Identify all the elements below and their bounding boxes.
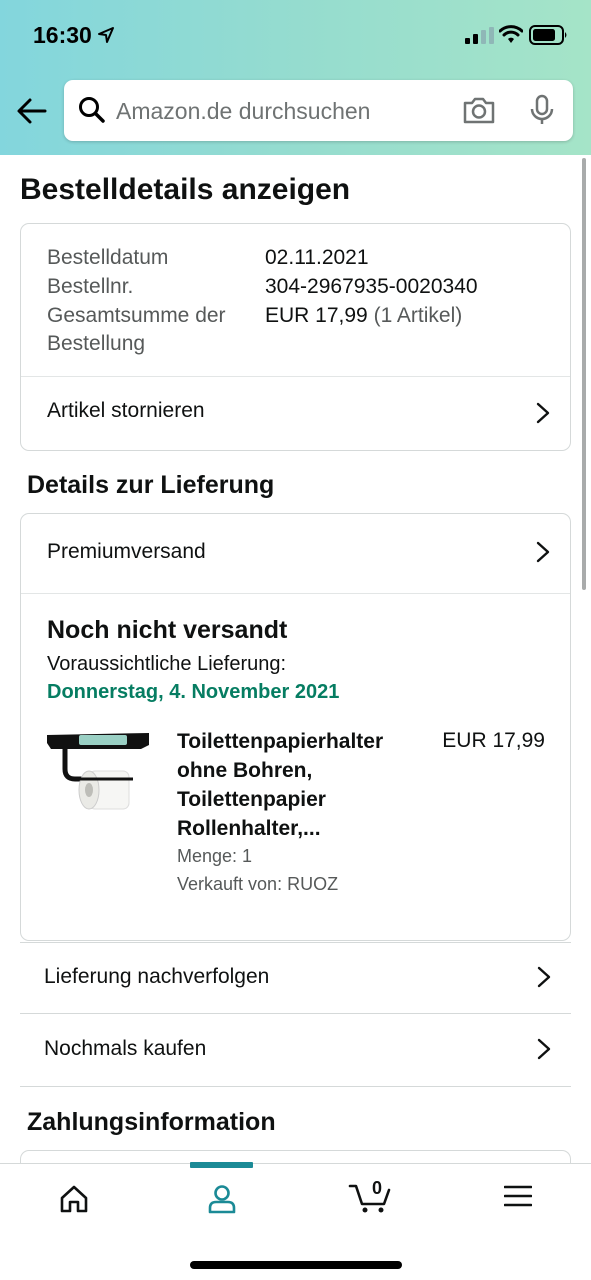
product-title-line: Rollenhalter,... (177, 817, 321, 840)
camera-icon[interactable] (462, 95, 496, 125)
header: 16:30 (0, 0, 591, 155)
cart-count-badge: 0 (371, 1178, 382, 1198)
payment-section-title: Zahlungsinformation (27, 1108, 276, 1136)
status-bar: 16:30 (0, 0, 591, 70)
order-number-label: Bestellnr. (47, 275, 134, 298)
cancel-items-row[interactable]: Artikel stornieren (21, 377, 570, 452)
cancel-items-label: Artikel stornieren (47, 399, 205, 422)
shipping-method-label: Premiumversand (47, 540, 206, 563)
delivery-estimate-label: Voraussichtliche Lieferung: (47, 653, 287, 675)
page-title: Bestelldetails anzeigen (20, 173, 351, 206)
tab-menu[interactable] (444, 1164, 591, 1244)
order-total-items: (1 Artikel) (373, 304, 463, 327)
search-icon (79, 97, 105, 123)
product-title[interactable]: Toilettenpapierhalter ohne Bohren, Toile… (177, 727, 417, 843)
product-price: EUR 17,99 (442, 729, 545, 752)
wifi-icon (499, 25, 523, 43)
order-date-value: 02.11.2021 (265, 246, 369, 269)
account-icon (208, 1185, 236, 1214)
chevron-right-icon (537, 966, 551, 988)
shipping-method-row[interactable]: Premiumversand (21, 514, 570, 593)
order-total-label: Gesamtsumme der (47, 304, 226, 327)
back-arrow-icon[interactable] (15, 94, 49, 128)
chevron-right-icon (536, 402, 550, 424)
signal-icon (465, 27, 494, 44)
product-title-line: ohne Bohren, (177, 759, 313, 782)
search-input[interactable] (116, 92, 446, 130)
track-package-row[interactable]: Lieferung nachverfolgen (20, 942, 571, 1014)
track-package-label: Lieferung nachverfolgen (44, 965, 270, 988)
order-summary-card: Bestelldatum 02.11.2021 Bestellnr. 304-2… (20, 223, 571, 451)
product-image[interactable] (45, 729, 153, 811)
buy-again-row[interactable]: Nochmals kaufen (20, 1015, 571, 1087)
home-icon (60, 1185, 88, 1213)
order-number-value: 304-2967935-0020340 (265, 275, 478, 298)
delivery-section-title: Details zur Lieferung (27, 471, 275, 499)
home-indicator (190, 1261, 402, 1269)
order-total-label-line2: Bestellung (47, 332, 146, 355)
tab-account[interactable] (148, 1164, 296, 1244)
order-date-label: Bestelldatum (47, 246, 169, 269)
order-total-amount: EUR 17,99 (265, 304, 368, 327)
chevron-right-icon (537, 1038, 551, 1060)
product-seller: Verkauft von: RUOZ (177, 874, 339, 894)
location-arrow-icon (98, 27, 114, 43)
tab-home[interactable] (0, 1164, 148, 1244)
divider (21, 593, 570, 594)
active-tab-indicator (190, 1162, 253, 1168)
battery-icon (529, 25, 567, 45)
search-bar[interactable] (64, 80, 573, 141)
microphone-icon[interactable] (526, 94, 558, 126)
product-quantity: Menge: 1 (177, 846, 253, 866)
order-total-value: EUR 17,99 (1 Artikel) (265, 301, 462, 330)
delivery-estimate-date: Donnerstag, 4. November 2021 (47, 681, 340, 703)
product-title-line: Toilettenpapier (177, 788, 326, 811)
delivery-status: Noch nicht versandt (47, 616, 288, 644)
buy-again-label: Nochmals kaufen (44, 1037, 207, 1060)
product-title-line: Toilettenpapierhalter (177, 730, 384, 753)
delivery-card: Premiumversand Noch nicht versandt Vorau… (20, 513, 571, 941)
tab-cart[interactable]: 0 (296, 1164, 444, 1244)
menu-icon (504, 1185, 532, 1207)
status-time: 16:30 (33, 22, 92, 48)
chevron-right-icon (536, 541, 550, 563)
scrollbar[interactable] (582, 158, 586, 590)
